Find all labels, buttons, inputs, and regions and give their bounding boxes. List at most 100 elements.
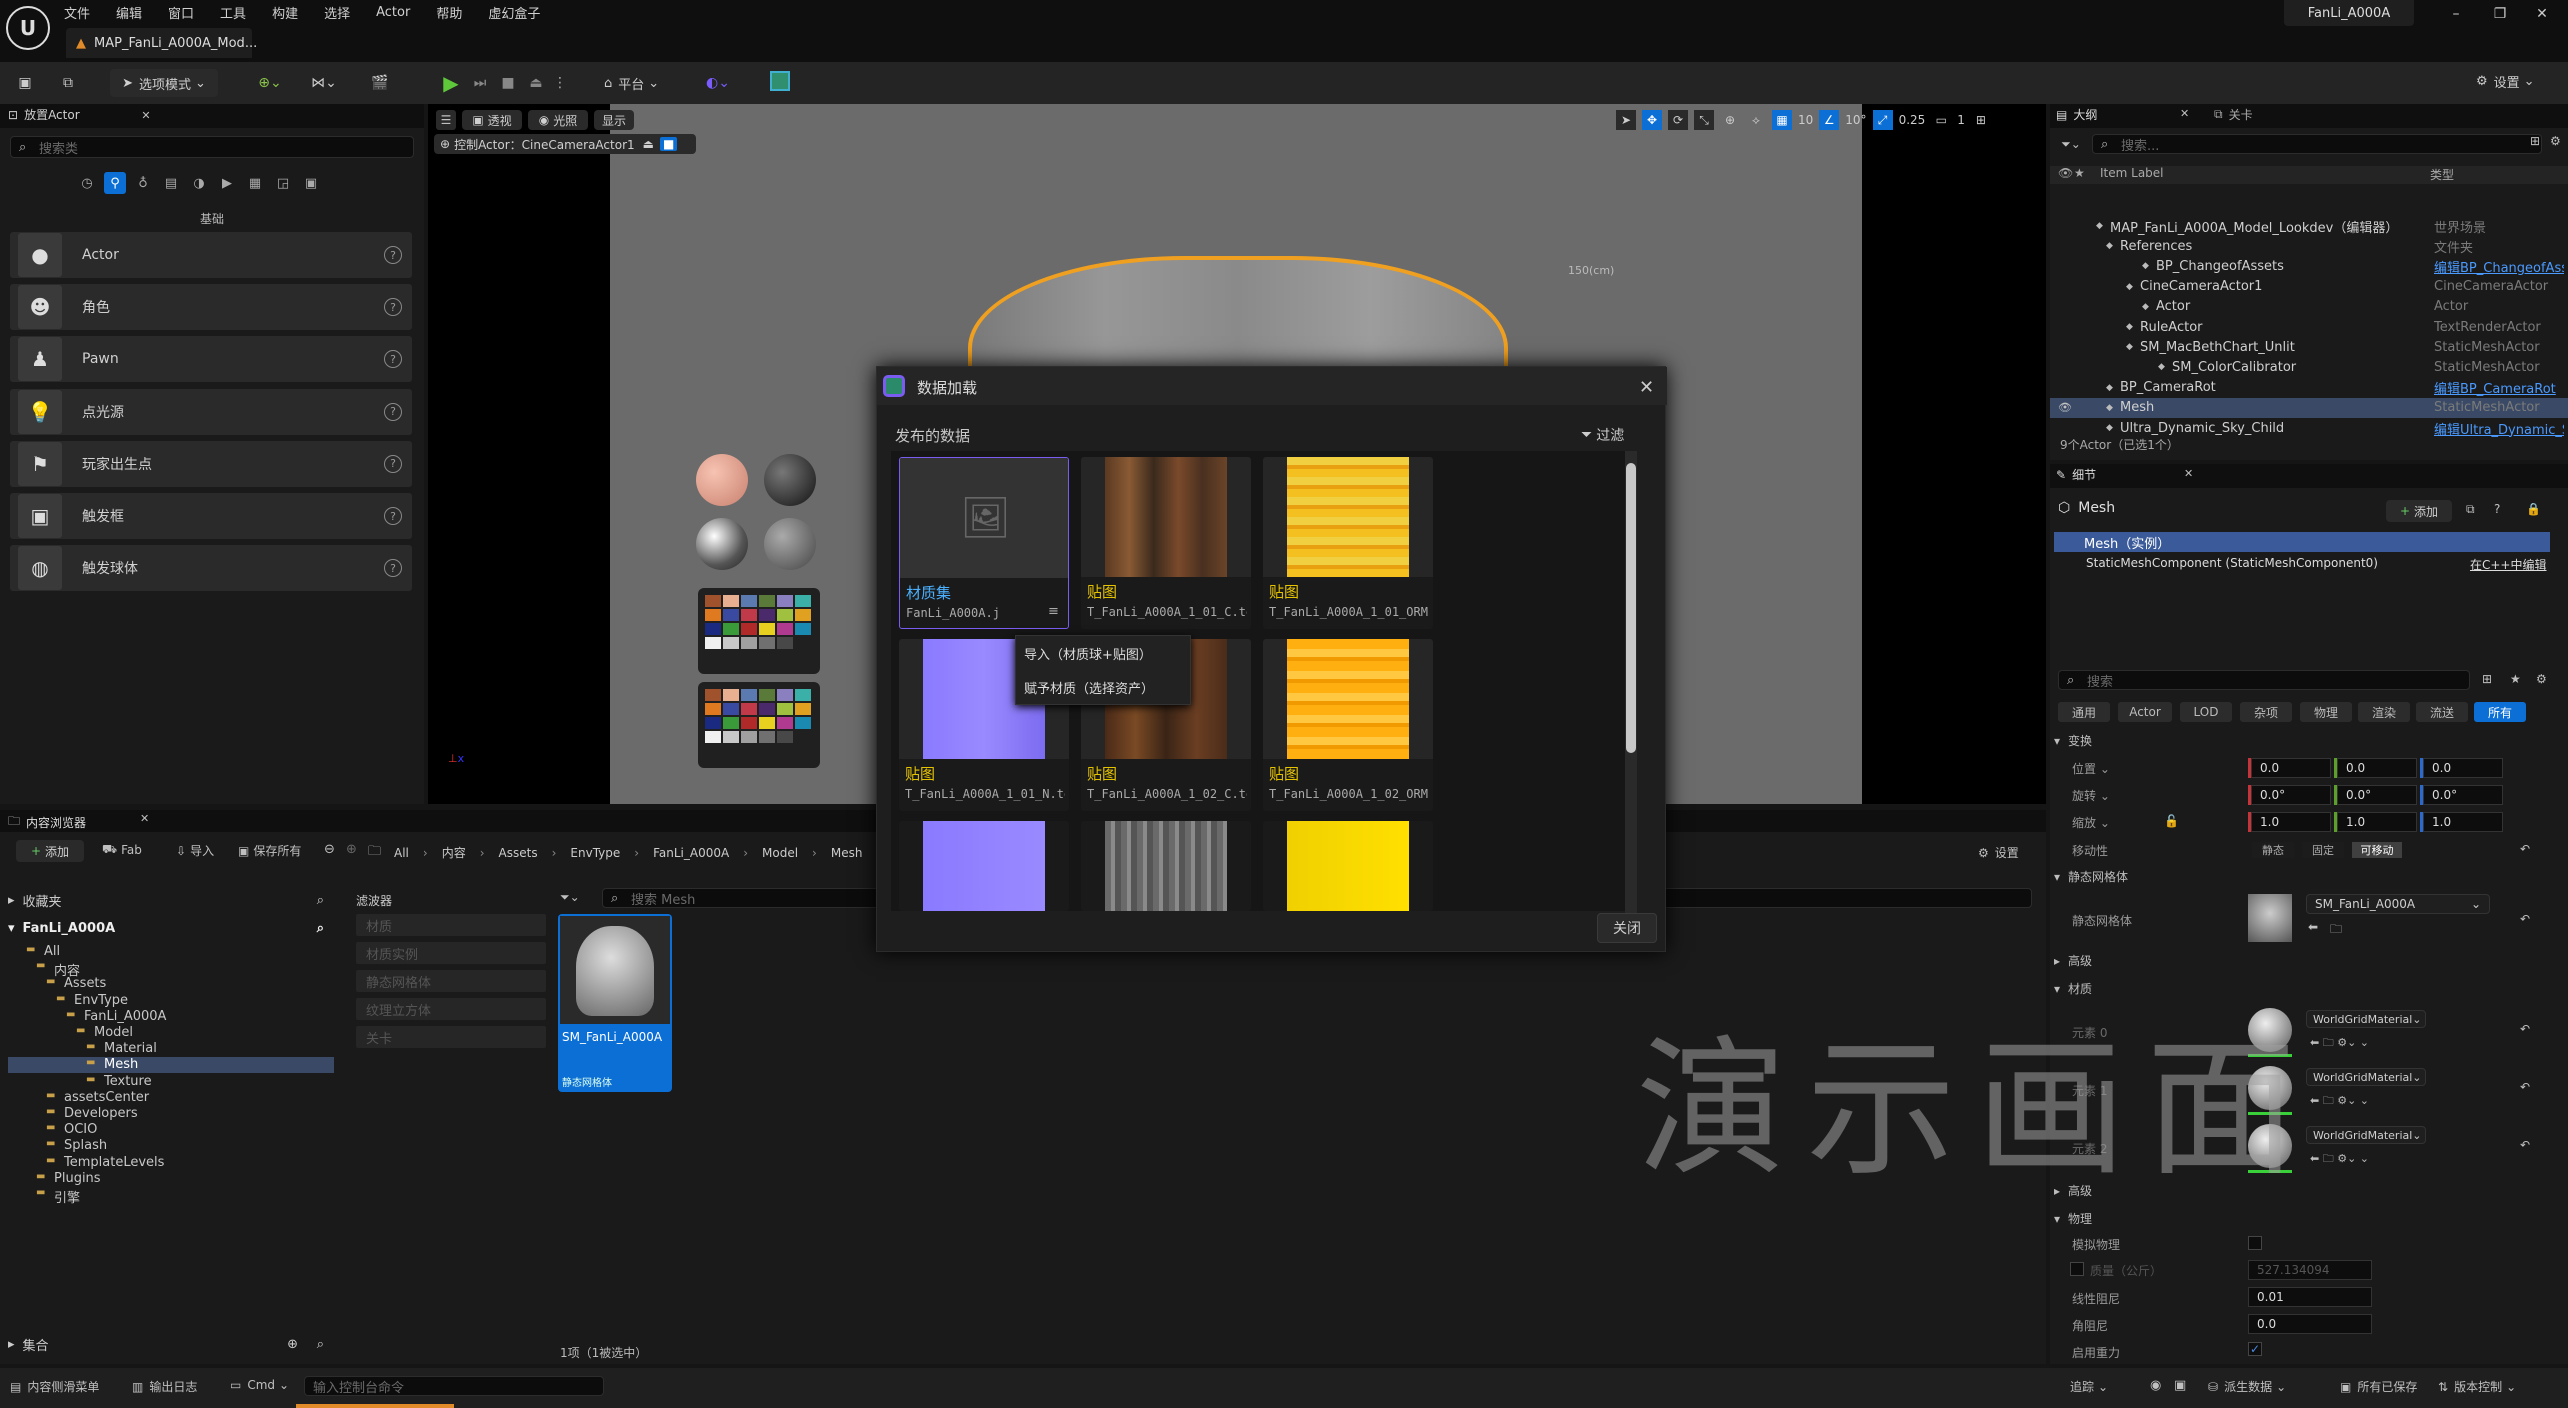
gravity-checkbox[interactable]: ✓ [2248, 1342, 2262, 1356]
perspective-button[interactable]: ▣ 透视 [462, 110, 522, 130]
source-control-button[interactable]: ⇅ 版本控制 ⌄ [2438, 1378, 2516, 1395]
help-icon[interactable]: ? [384, 402, 402, 421]
add-folder-icon[interactable]: ⊞ [2530, 134, 2540, 148]
cb-settings-button[interactable]: ⚙ 设置 [1978, 844, 2019, 861]
place-item[interactable]: ☻ 角色? [10, 284, 412, 331]
scale-tool-icon[interactable]: ⤡ [1694, 110, 1714, 130]
save-icon[interactable]: ▣ [14, 72, 36, 94]
simulate-physics-checkbox[interactable] [2248, 1236, 2262, 1250]
root-header[interactable]: ▾ FanLi_A000A ⌕ [8, 918, 334, 938]
camera-icon[interactable]: ■ [660, 137, 678, 151]
place-actor-tab[interactable]: ⊡ 放置Actor [8, 106, 80, 123]
outliner-row[interactable]: ◆ Actor Actor [2050, 297, 2568, 317]
add-collection-icon[interactable]: ⊕ [287, 1337, 298, 1352]
stop-icon[interactable]: ■ [496, 70, 520, 96]
details-filter-tab[interactable]: 所有 [2474, 702, 2526, 722]
visual-icon[interactable]: ◑ [188, 172, 210, 194]
details-filter-tab[interactable]: Actor [2118, 702, 2172, 722]
breadcrumb-item[interactable]: EnvType [570, 846, 620, 860]
close-cb-icon[interactable]: ✕ [140, 812, 149, 825]
rotate-tool-icon[interactable]: ⟳ [1668, 110, 1688, 130]
move-tool-icon[interactable]: ✥ [1642, 110, 1662, 130]
details-filter-tab[interactable]: 杂项 [2240, 702, 2292, 722]
folder-tree-item[interactable]: ▬ Model [8, 1025, 334, 1041]
component-row[interactable]: StaticMeshComponent (StaticMeshComponent… [2086, 556, 2378, 570]
add-component-button[interactable]: + 添加 [2386, 500, 2452, 522]
texture-card[interactable]: 贴图 T_FanLi_A000A_1_01_C.tga [1081, 457, 1251, 629]
outliner-row[interactable]: ◆ RuleActor TextRenderActor [2050, 317, 2568, 337]
details-filter-tab[interactable]: 物理 [2300, 702, 2352, 722]
close-details-icon[interactable]: ✕ [2184, 467, 2193, 480]
texture-card[interactable] [899, 821, 1069, 911]
menu-item[interactable]: 工具 [220, 3, 246, 22]
transform-field[interactable]: 0.0° [2251, 785, 2331, 805]
advanced-section-1[interactable]: ▸ 高级 [2054, 952, 2092, 969]
outliner-row[interactable]: ◆ MAP_FanLi_A000A_Model_Lookdev（编辑器） 世界场景 [2050, 216, 2568, 236]
close-window-icon[interactable]: ✕ [2530, 2, 2554, 26]
filter-tag[interactable]: 材质实例 [356, 942, 546, 964]
all-saved-button[interactable]: ▣ 所有已保存 [2340, 1378, 2417, 1395]
more-options-icon[interactable]: ⋮ [552, 70, 568, 96]
breadcrumb-item[interactable]: FanLi_A000A [653, 846, 729, 860]
settings-button[interactable]: ⚙ 设置 ⌄ [2476, 72, 2535, 91]
output-log-button[interactable]: ▥ 输出日志 [132, 1378, 197, 1395]
lock-icon[interactable]: 🔒 [2526, 502, 2541, 516]
filter-tag[interactable]: 静态网格体 [356, 970, 546, 992]
search-icon[interactable]: ⌕ [317, 893, 324, 908]
camera-speed-icon[interactable]: ▭ [1931, 110, 1951, 130]
material-actions-icon[interactable]: ⬅ 🗀 ⚙⌄ ⌄ [2310, 1034, 2369, 1053]
unreal-logo-icon[interactable]: U [6, 6, 50, 50]
help-icon[interactable]: ? [2494, 502, 2500, 516]
scroll-thumb[interactable] [1626, 463, 1636, 753]
reset-mobility-icon[interactable]: ↶ [2520, 842, 2530, 856]
console-input[interactable]: 输入控制台命令 [304, 1376, 604, 1396]
transform-field[interactable]: 0.0 [2423, 758, 2503, 778]
folder-tree-item[interactable]: ▬ OCIO [8, 1122, 334, 1138]
transform-field[interactable]: 0.0° [2337, 785, 2417, 805]
help-icon[interactable]: ? [384, 507, 402, 525]
cinematic-icon[interactable]: ▦ [244, 172, 266, 194]
search-icon[interactable]: ⌕ [317, 1337, 324, 1352]
folder-tree-item[interactable]: ▬ Developers [8, 1106, 334, 1122]
filter-button[interactable]: ⏷ 过滤 [1581, 425, 1624, 445]
visibility-icon[interactable]: 👁 [2058, 401, 2072, 414]
angular-damping-field[interactable]: 0.0 [2248, 1314, 2372, 1334]
outliner-row[interactable]: ◆ References 文件夹 [2050, 236, 2568, 256]
mobility-option[interactable]: 静态 [2252, 842, 2294, 858]
cinematics-icon[interactable]: 🎬 [360, 72, 400, 94]
place-search-input[interactable]: ⌕ 搜索类 [10, 136, 414, 158]
search-icon[interactable]: ⌕ [317, 921, 324, 936]
use-selected-icon[interactable]: ⬅ [2308, 920, 2318, 934]
volumes-icon[interactable]: ▶ [216, 172, 238, 194]
mode-select-button[interactable]: ➤ 选项模式 ⌄ [110, 69, 218, 97]
scale-lock-icon[interactable]: 🔓 [2164, 814, 2179, 828]
folder-tree-item[interactable]: ▬ assetsCenter [8, 1090, 334, 1106]
place-item[interactable]: ● Actor? [10, 232, 412, 278]
shapes-icon[interactable]: ▤ [160, 172, 182, 194]
linear-damping-field[interactable]: 0.01 [2248, 1287, 2372, 1307]
reset-material-icon[interactable]: ↶ [2520, 1080, 2530, 1094]
material-dropdown[interactable]: WorldGridMaterial ⌄ [2306, 1068, 2426, 1086]
dialog-close-icon[interactable]: ✕ [1639, 377, 1654, 398]
details-filter-tab[interactable]: 流送 [2416, 702, 2468, 722]
world-icon[interactable]: ⊕ [1720, 110, 1740, 130]
menu-item[interactable]: 虚幻盒子 [488, 3, 540, 22]
derived-data-button[interactable]: ⛁ 派生数据 ⌄ [2208, 1378, 2286, 1395]
folder-tree-item[interactable]: ▬ 引擎 [8, 1187, 334, 1206]
help-icon[interactable]: ? [384, 246, 402, 264]
screenshot-icon[interactable]: ▣ [2174, 1378, 2186, 1393]
import-button[interactable]: ⇩ 导入 [176, 842, 214, 859]
outliner-settings-icon[interactable]: ⚙ [2550, 134, 2561, 148]
transform-field[interactable]: 0.0° [2423, 785, 2503, 805]
folder-tree-item[interactable]: ▬ 内容 [8, 960, 334, 979]
dialog-scrollbar[interactable] [1625, 451, 1637, 913]
transform-field[interactable]: 1.0 [2251, 812, 2331, 832]
close-outliner-icon[interactable]: ✕ [2180, 107, 2189, 120]
forward-icon[interactable]: ⊕ [346, 842, 357, 857]
collections-header[interactable]: ▸ 集合 ⊕ ⌕ [8, 1334, 334, 1354]
outliner-row[interactable]: 👁 ◆ Mesh StaticMeshActor [2050, 397, 2568, 418]
place-item[interactable]: ♟ Pawn? [10, 336, 412, 383]
dialog-close-button[interactable]: 关闭 [1597, 913, 1657, 943]
browse-asset-icon[interactable]: 🗀 [2330, 920, 2342, 941]
content-browser-tab[interactable]: 🗀 内容浏览器 [8, 812, 86, 833]
